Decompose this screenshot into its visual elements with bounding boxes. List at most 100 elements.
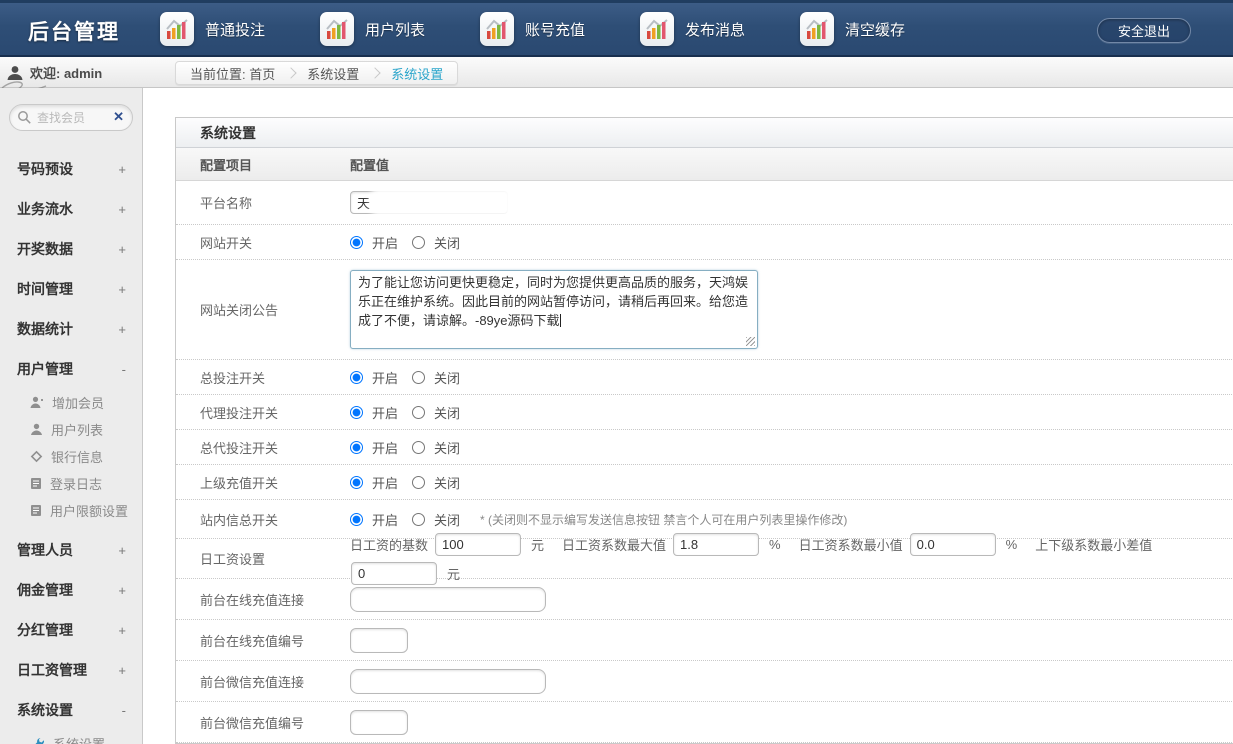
wage-min-input[interactable] (910, 533, 996, 556)
sidebar-item-statistics[interactable]: 数据统计 + (0, 309, 142, 349)
breadcrumb-level1[interactable]: 系统设置 (307, 64, 359, 83)
site-message-off-radio[interactable] (412, 513, 425, 526)
wechat-recharge-link-input[interactable] (350, 669, 546, 694)
group-label: 分红管理 (17, 620, 73, 640)
wage-diff-input[interactable] (351, 562, 437, 585)
sidebar-item-admin-staff[interactable]: 管理人员 + (0, 530, 142, 570)
online-recharge-code-input[interactable] (350, 628, 408, 653)
resize-grip-icon[interactable] (746, 337, 755, 346)
nav-item-label: 账号充值 (525, 19, 585, 40)
welcome-user: 欢迎: admin (6, 57, 102, 88)
table-header: 配置项目 配置值 (176, 148, 1233, 181)
radio-off-label: 关闭 (434, 368, 460, 387)
wage-min-unit: % (1006, 537, 1018, 552)
member-search: ✕ (9, 104, 133, 131)
agent-bet-off-radio[interactable] (412, 406, 425, 419)
table-row: 代理投注开关 开启 关闭 (176, 395, 1233, 430)
table-row: 上级充值开关 开启 关闭 (176, 465, 1233, 500)
site-message-note: * (关闭则不显示编写发送信息按钮 禁言个人可在用户列表里操作修改) (480, 511, 847, 528)
top-navbar: 后台管理 普通投注 用户列表 账号充值 (0, 0, 1233, 57)
breadcrumb-current: 系统设置 (391, 64, 443, 83)
wage-max-input[interactable] (673, 533, 759, 556)
sidebar-item-commission[interactable]: 佣金管理 + (0, 570, 142, 610)
site-switch-off-radio[interactable] (412, 236, 425, 249)
row-label: 前台微信充值编号 (176, 713, 350, 732)
nav-item-normal-bet[interactable]: 普通投注 (160, 3, 320, 55)
sidebar-item-dividend[interactable]: 分红管理 + (0, 610, 142, 650)
table-row: 前台微信充值编号 (176, 702, 1233, 743)
radio-off-label: 关闭 (434, 403, 460, 422)
radio-off-label: 关闭 (434, 438, 460, 457)
radio-off-label: 关闭 (434, 510, 460, 529)
sidebar-item-system-settings[interactable]: 系统设置 - (0, 690, 142, 730)
total-bet-off-radio[interactable] (412, 371, 425, 384)
sidebar-item-user-management[interactable]: 用户管理 - (0, 349, 142, 389)
expand-plus-icon: + (118, 322, 126, 337)
sidebar-item-business-flow[interactable]: 业务流水 + (0, 189, 142, 229)
upper-recharge-on-radio[interactable] (350, 476, 363, 489)
chart-icon (800, 12, 834, 46)
nav-item-label: 清空缓存 (845, 19, 905, 40)
sidebar-item-lottery-data[interactable]: 开奖数据 + (0, 229, 142, 269)
expand-plus-icon: + (118, 663, 126, 678)
sidebar-subitem-login-log[interactable]: 登录日志 (0, 470, 142, 497)
row-label: 站内信总开关 (176, 510, 350, 529)
table-row: 网站关闭公告 为了能让您访问更快更稳定，同时为您提供更高品质的服务，天鸿娱乐正在… (176, 260, 1233, 360)
user-add-icon (30, 396, 44, 409)
site-switch-on-radio[interactable] (350, 236, 363, 249)
row-label: 平台名称 (176, 193, 350, 212)
total-bet-on-radio[interactable] (350, 371, 363, 384)
chart-icon (320, 12, 354, 46)
nav-item-account-recharge[interactable]: 账号充值 (480, 3, 640, 55)
group-label: 时间管理 (17, 279, 73, 299)
row-label: 总投注开关 (176, 368, 350, 387)
sidebar-subitem-bank-info[interactable]: 银行信息 (0, 443, 142, 470)
row-label: 前台在线充值编号 (176, 631, 350, 650)
search-icon (17, 110, 32, 125)
sidebar-subitem-system-settings[interactable]: 系统设置 (0, 730, 142, 744)
wage-max-unit: % (769, 537, 781, 552)
row-label: 总代投注开关 (176, 438, 350, 457)
breadcrumb-home[interactable]: 当前位置: 首页 (190, 64, 275, 83)
expand-plus-icon: + (118, 202, 126, 217)
close-notice-textarea[interactable]: 为了能让您访问更快更稳定，同时为您提供更高品质的服务，天鸿娱乐正在维护系统。因此… (350, 270, 758, 349)
sidebar-item-time-management[interactable]: 时间管理 + (0, 269, 142, 309)
table-row: 平台名称 (176, 181, 1233, 225)
settings-panel: 系统设置 配置项目 配置值 平台名称 网站开关 (175, 117, 1233, 744)
chart-icon (480, 12, 514, 46)
table-row: 前台微信充值连接 (176, 661, 1233, 702)
app-title: 后台管理 (28, 16, 120, 46)
wechat-recharge-code-input[interactable] (350, 710, 408, 735)
sidebar-item-daily-wage[interactable]: 日工资管理 + (0, 650, 142, 690)
sidebar-subitem-add-member[interactable]: 增加会员 (0, 389, 142, 416)
site-message-on-radio[interactable] (350, 513, 363, 526)
clear-search-icon[interactable]: ✕ (113, 109, 124, 125)
super-agent-bet-on-radio[interactable] (350, 441, 363, 454)
radio-on-label: 开启 (372, 473, 398, 492)
online-recharge-link-input[interactable] (350, 587, 546, 612)
wage-max-label: 日工资系数最大值 (562, 535, 666, 554)
row-label: 网站开关 (176, 233, 350, 252)
table-row: 总投注开关 开启 关闭 (176, 360, 1233, 395)
group-label: 系统设置 (17, 700, 73, 720)
agent-bet-on-radio[interactable] (350, 406, 363, 419)
upper-recharge-off-radio[interactable] (412, 476, 425, 489)
sidebar-subitem-user-list[interactable]: 用户列表 (0, 416, 142, 443)
group-label: 管理人员 (17, 540, 73, 560)
sidebar-item-number-preset[interactable]: 号码预设 + (0, 149, 142, 189)
super-agent-bet-off-radio[interactable] (412, 441, 425, 454)
nav-item-user-list[interactable]: 用户列表 (320, 3, 480, 55)
chevron-right-icon (286, 67, 297, 78)
nav-item-label: 发布消息 (685, 19, 745, 40)
sidebar-subitem-user-limit[interactable]: 用户限额设置 (0, 497, 142, 524)
row-label: 前台微信充值连接 (176, 672, 350, 691)
user-management-submenu: 增加会员 用户列表 银行信息 登录日志 用户限额设置 (0, 389, 142, 530)
platform-name-input[interactable] (350, 191, 508, 214)
expand-plus-icon: + (118, 162, 126, 177)
nav-item-publish-message[interactable]: 发布消息 (640, 3, 800, 55)
logout-button[interactable]: 安全退出 (1097, 18, 1191, 43)
nav-item-clear-cache[interactable]: 清空缓存 (800, 3, 960, 55)
wage-base-input[interactable] (435, 533, 521, 556)
expand-plus-icon: + (118, 623, 126, 638)
subitem-label: 登录日志 (50, 474, 102, 493)
